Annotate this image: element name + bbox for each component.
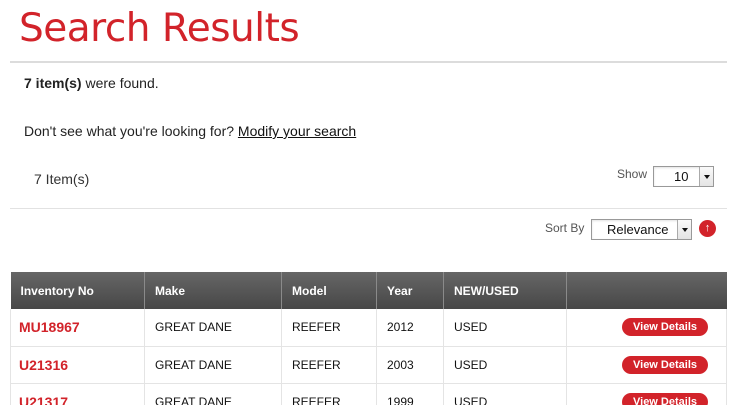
inventory-link[interactable]: U21317: [19, 394, 68, 405]
results-count-bold: 7 item(s): [24, 75, 82, 91]
model-cell: REEFER: [281, 383, 377, 405]
header-inventory-no: Inventory No: [10, 272, 145, 309]
results-count-rest: were found.: [81, 75, 159, 91]
header-actions: [566, 272, 727, 309]
view-details-button[interactable]: View Details: [622, 355, 708, 374]
chevron-down-icon: [677, 220, 691, 239]
action-cell: View Details: [566, 309, 727, 347]
hint-text: Don't see what you're looking for?: [24, 123, 238, 139]
show-label: Show: [617, 167, 648, 181]
search-results-page: Search Results 7 item(s) were found. Don…: [0, 0, 737, 405]
modify-search-hint: Don't see what you're looking for? Modif…: [24, 122, 356, 140]
model-cell: REEFER: [281, 309, 377, 347]
inventory-link[interactable]: MU18967: [19, 319, 80, 335]
make-cell: GREAT DANE: [144, 309, 282, 347]
sort-by-select[interactable]: Relevance: [591, 219, 692, 240]
table-row: MU18967 GREAT DANE REEFER 2012 USED View…: [10, 309, 727, 347]
table-row: U21317 GREAT DANE REEFER 1999 USED View …: [10, 383, 727, 405]
inventory-cell: U21316: [10, 346, 145, 384]
modify-search-link[interactable]: Modify your search: [238, 123, 356, 139]
view-details-button[interactable]: View Details: [622, 318, 708, 337]
title-divider: [10, 61, 727, 63]
chevron-down-icon: [699, 167, 713, 186]
sort-by-label: Sort By: [545, 221, 585, 235]
show-per-page-value: 10: [674, 169, 689, 184]
action-cell: View Details: [566, 383, 727, 405]
header-model: Model: [281, 272, 377, 309]
inventory-cell: MU18967: [10, 309, 145, 347]
action-cell: View Details: [566, 346, 727, 384]
table-row: U21316 GREAT DANE REEFER 2003 USED View …: [10, 346, 727, 384]
model-cell: REEFER: [281, 346, 377, 384]
make-cell: GREAT DANE: [144, 346, 282, 384]
table-header-row: Inventory No Make Model Year NEW/USED: [10, 272, 727, 309]
header-make: Make: [144, 272, 282, 309]
inventory-cell: U21317: [10, 383, 145, 405]
arrow-up-icon[interactable]: ↑: [699, 220, 716, 237]
year-cell: 2003: [376, 346, 444, 384]
year-cell: 2012: [376, 309, 444, 347]
condition-cell: USED: [443, 309, 567, 347]
sort-by-value: Relevance: [607, 222, 669, 237]
condition-cell: USED: [443, 383, 567, 405]
header-new-used: NEW/USED: [443, 272, 567, 309]
make-cell: GREAT DANE: [144, 383, 282, 405]
view-details-button[interactable]: View Details: [622, 392, 708, 405]
show-per-page-select[interactable]: 10: [653, 166, 714, 187]
items-count-label: 7 Item(s): [34, 171, 90, 187]
inventory-link[interactable]: U21316: [19, 357, 68, 373]
results-table: Inventory No Make Model Year NEW/USED MU…: [10, 272, 727, 405]
header-year: Year: [376, 272, 444, 309]
year-cell: 1999: [376, 383, 444, 405]
controls-divider: [10, 208, 727, 209]
page-title: Search Results: [19, 6, 300, 51]
condition-cell: USED: [443, 346, 567, 384]
results-found-text: 7 item(s) were found.: [24, 74, 159, 92]
